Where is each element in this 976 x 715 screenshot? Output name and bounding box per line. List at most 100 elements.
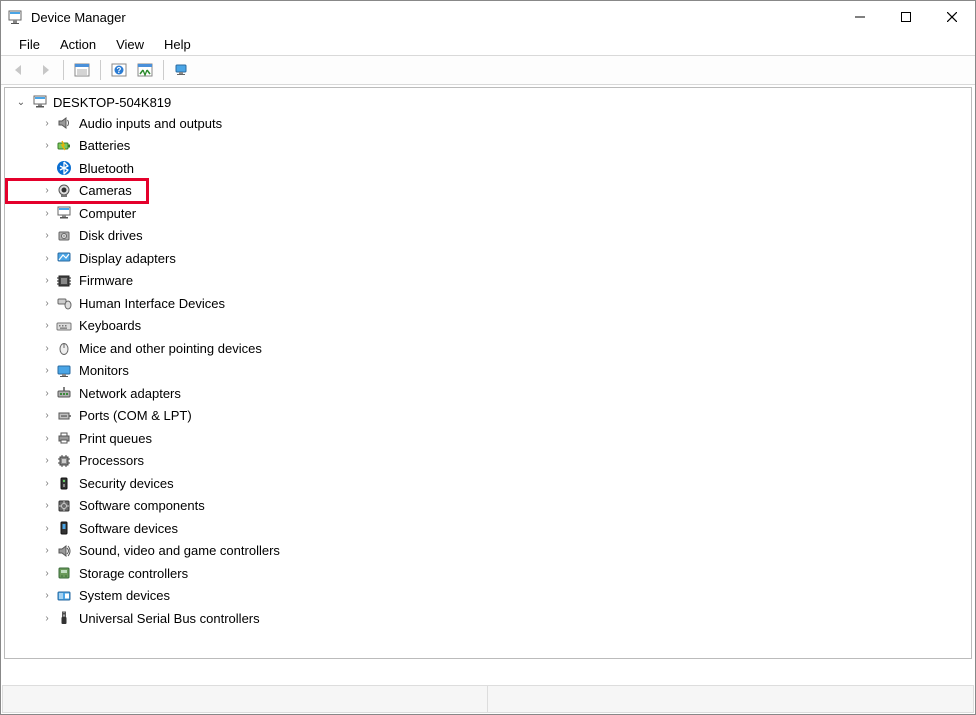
expand-icon[interactable]: › (41, 275, 53, 286)
toolbar-forward-button[interactable] (33, 58, 57, 82)
expand-icon[interactable]: › (41, 118, 53, 129)
expand-icon[interactable]: › (41, 523, 53, 534)
expand-icon[interactable]: › (41, 208, 53, 219)
computer-icon (55, 205, 73, 221)
tree-node-bluetooth[interactable]: ›Bluetooth (7, 157, 969, 180)
node-label: Bluetooth (79, 161, 134, 176)
expand-icon[interactable]: › (41, 298, 53, 309)
expand-icon[interactable]: › (41, 185, 53, 196)
tree-node-firmware[interactable]: › Firmware (7, 270, 969, 293)
node-label: Software devices (79, 521, 178, 536)
node-label: Display adapters (79, 251, 176, 266)
toolbar-help-button[interactable]: ? (107, 58, 131, 82)
menu-file[interactable]: File (9, 35, 50, 54)
node-label: Universal Serial Bus controllers (79, 611, 260, 626)
tree-node-cpu[interactable]: › Processors (7, 450, 969, 473)
disk-icon (55, 228, 73, 244)
speaker-icon (55, 115, 73, 131)
expand-icon[interactable]: › (41, 253, 53, 264)
toolbar-properties-button[interactable] (70, 58, 94, 82)
node-label: Network adapters (79, 386, 181, 401)
node-label: Keyboards (79, 318, 141, 333)
camera-icon (55, 183, 73, 199)
expand-icon[interactable]: › (41, 590, 53, 601)
node-label: Security devices (79, 476, 174, 491)
expand-icon[interactable]: › (41, 433, 53, 444)
node-label: Software components (79, 498, 205, 513)
menu-help[interactable]: Help (154, 35, 201, 54)
expand-icon[interactable]: › (41, 320, 53, 331)
tree-node-usb[interactable]: › Universal Serial Bus controllers (7, 607, 969, 630)
node-label: Firmware (79, 273, 133, 288)
expand-icon[interactable]: › (41, 230, 53, 241)
app-icon (7, 9, 23, 25)
tree-node-hid[interactable]: › Human Interface Devices (7, 292, 969, 315)
node-label: System devices (79, 588, 170, 603)
node-label: Monitors (79, 363, 129, 378)
device-tree[interactable]: ⌄ DESKTOP-504K819 › Audio inputs and outp… (4, 87, 972, 659)
swcomp-icon (55, 498, 73, 514)
tree-node-printer[interactable]: › Print queues (7, 427, 969, 450)
tree-node-computer[interactable]: › Computer (7, 202, 969, 225)
expand-icon[interactable]: › (41, 343, 53, 354)
tree-node-storage[interactable]: ›Storage controllers (7, 562, 969, 585)
bluetooth-icon (55, 160, 73, 176)
tree-node-swcomp[interactable]: › Software components (7, 495, 969, 518)
expand-icon[interactable]: › (41, 455, 53, 466)
network-icon (55, 385, 73, 401)
node-label: Computer (79, 206, 136, 221)
maximize-button[interactable] (883, 1, 929, 33)
expand-icon[interactable]: › (41, 140, 53, 151)
minimize-button[interactable] (837, 1, 883, 33)
tree-node-monitor[interactable]: › Monitors (7, 360, 969, 383)
display-icon (55, 250, 73, 266)
node-label: Human Interface Devices (79, 296, 225, 311)
storage-icon (55, 565, 73, 581)
node-label: Audio inputs and outputs (79, 116, 222, 131)
window-controls (837, 1, 975, 33)
menu-bar: File Action View Help (1, 33, 975, 55)
expand-icon[interactable]: › (41, 365, 53, 376)
toolbar-separator (163, 60, 164, 80)
mouse-icon (55, 340, 73, 356)
node-label: Sound, video and game controllers (79, 543, 280, 558)
expand-icon[interactable]: › (41, 568, 53, 579)
tree-root[interactable]: ⌄ DESKTOP-504K819 (7, 92, 969, 112)
tree-node-disk[interactable]: ›Disk drives (7, 225, 969, 248)
tree-node-port[interactable]: › Ports (COM & LPT) (7, 405, 969, 428)
title-bar: Device Manager (1, 1, 975, 33)
tree-node-system[interactable]: › System devices (7, 585, 969, 608)
node-label: Ports (COM & LPT) (79, 408, 192, 423)
node-label: Batteries (79, 138, 130, 153)
expand-icon[interactable]: › (41, 613, 53, 624)
collapse-icon[interactable]: ⌄ (15, 97, 27, 108)
window-title: Device Manager (31, 10, 126, 25)
tree-node-speaker[interactable]: › Audio inputs and outputs (7, 112, 969, 135)
expand-icon[interactable]: › (41, 410, 53, 421)
svg-text:?: ? (117, 66, 122, 75)
tree-node-display[interactable]: › Display adapters (7, 247, 969, 270)
tree-node-swdev[interactable]: › Software devices (7, 517, 969, 540)
tree-node-keyboard[interactable]: › Keyboards (7, 315, 969, 338)
menu-view[interactable]: View (106, 35, 154, 54)
expand-icon[interactable]: › (41, 500, 53, 511)
toolbar-devices-button[interactable] (170, 58, 194, 82)
tree-node-camera[interactable]: ›Cameras (7, 180, 147, 203)
tree-node-mouse[interactable]: ›Mice and other pointing devices (7, 337, 969, 360)
menu-action[interactable]: Action (50, 35, 106, 54)
toolbar-separator (100, 60, 101, 80)
toolbar-back-button[interactable] (7, 58, 31, 82)
toolbar-scan-button[interactable] (133, 58, 157, 82)
tree-node-network[interactable]: › Network adapters (7, 382, 969, 405)
close-button[interactable] (929, 1, 975, 33)
expand-icon[interactable]: › (41, 388, 53, 399)
tree-node-battery[interactable]: › Batteries (7, 135, 969, 158)
swdev-icon (55, 520, 73, 536)
expand-icon[interactable]: › (41, 478, 53, 489)
toolbar-separator (63, 60, 64, 80)
tree-node-sound[interactable]: › Sound, video and game controllers (7, 540, 969, 563)
tree-node-security[interactable]: › Security devices (7, 472, 969, 495)
node-label: Print queues (79, 431, 152, 446)
expand-icon[interactable]: › (41, 545, 53, 556)
node-label: Processors (79, 453, 144, 468)
